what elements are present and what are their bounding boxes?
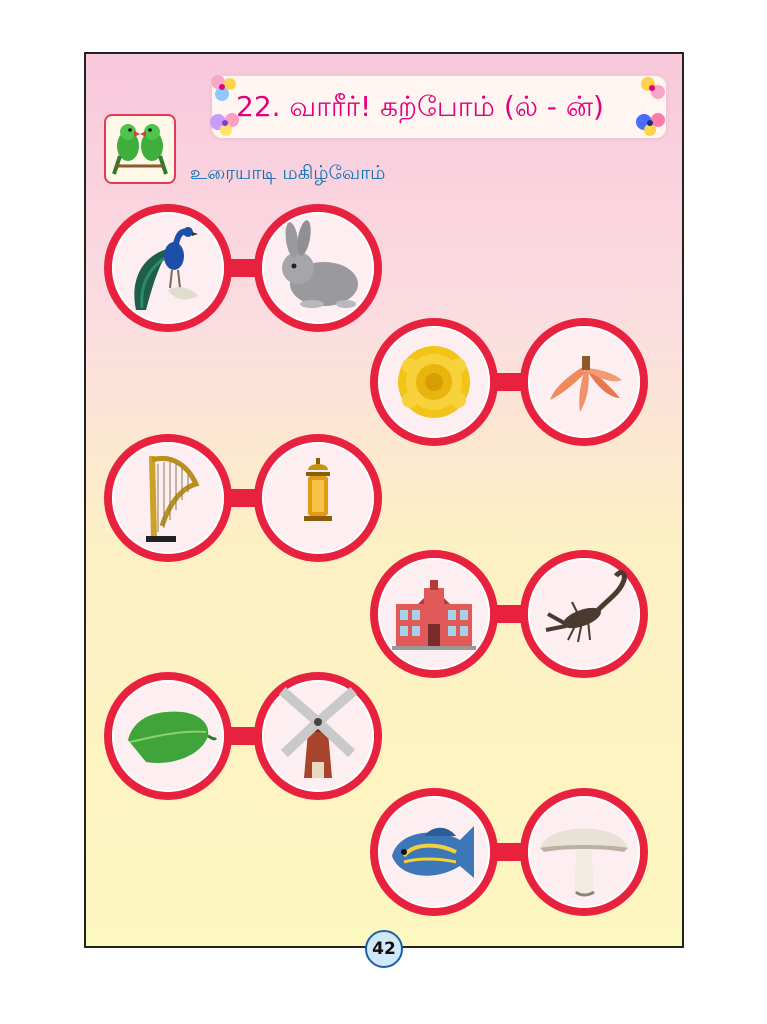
picture-circle [104, 434, 232, 562]
page-title: 22. வாரீர்! கற்போம் (ல் - ன்) [236, 90, 604, 123]
picture-circle [104, 204, 232, 332]
picture-pair-6 [370, 788, 648, 918]
picture-circle [520, 550, 648, 678]
lantern-icon [304, 458, 332, 521]
parrots-icon [112, 124, 168, 175]
pair-connector [496, 843, 522, 861]
picture-circle [370, 788, 498, 916]
picture-pair-2 [370, 318, 648, 448]
picture-circle [370, 550, 498, 678]
pair-connector [496, 605, 522, 623]
picture-circle [520, 788, 648, 916]
picture-pair-3 [104, 434, 382, 564]
picture-circle [254, 434, 382, 562]
section-subtitle: உரையாடி மகிழ்வோம் [190, 162, 386, 184]
picture-circle [254, 672, 382, 800]
harp-icon [146, 455, 200, 542]
peacock-icon [134, 227, 198, 310]
picture-circle [254, 204, 382, 332]
picture-circle [520, 318, 648, 446]
pair-connector [230, 727, 256, 745]
marigold-flower-icon [398, 346, 470, 418]
school-building-icon [392, 580, 476, 650]
scorpion-icon [545, 570, 627, 643]
windmill-icon [278, 686, 358, 778]
picture-pair-1 [104, 204, 382, 334]
mushroom-icon [540, 828, 628, 897]
picture-pair-4 [370, 550, 648, 680]
leaf-icon [128, 711, 218, 763]
parrot-badge [104, 114, 176, 184]
rabbit-icon [282, 220, 358, 308]
picture-circle [104, 672, 232, 800]
angelfish-icon [392, 826, 474, 878]
page-number-badge: 42 [365, 930, 403, 968]
picture-circle [370, 318, 498, 446]
banana-peel-icon [550, 356, 622, 412]
pair-connector [230, 489, 256, 507]
picture-pair-5 [104, 672, 382, 802]
pair-connector [230, 259, 256, 277]
pair-connector [496, 373, 522, 391]
